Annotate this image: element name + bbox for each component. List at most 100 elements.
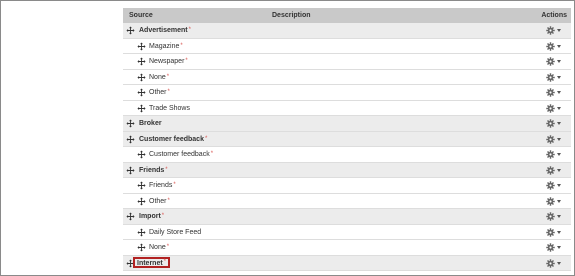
move-arrows-icon[interactable]: [137, 57, 146, 66]
move-arrows-icon[interactable]: [126, 119, 135, 128]
move-arrows-icon[interactable]: [137, 88, 146, 97]
gear-icon: [546, 196, 555, 206]
source-label[interactable]: Daily Store Feed: [149, 229, 201, 236]
row-actions-button[interactable]: [546, 103, 563, 113]
source-group-row: Import*: [123, 209, 571, 225]
row-actions-button[interactable]: [546, 57, 563, 66]
source-group-row: Friends*: [123, 162, 571, 178]
required-marker: *: [166, 73, 170, 80]
required-marker: *: [161, 213, 165, 219]
source-label-text: None: [149, 73, 166, 81]
source-label-text: Daily Store Feed: [149, 228, 202, 236]
source-label[interactable]: Newspaper*: [149, 58, 188, 65]
source-label-text: Newspaper: [149, 58, 185, 65]
row-actions-button[interactable]: [546, 258, 563, 268]
row-actions-button[interactable]: [546, 88, 563, 97]
gear-icon: [546, 134, 555, 144]
chevron-down-icon: [557, 215, 561, 218]
move-arrows-icon[interactable]: [137, 150, 146, 159]
move-arrows-icon[interactable]: [137, 196, 146, 206]
source-item-row: None*: [123, 240, 571, 256]
source-label[interactable]: Internet*: [137, 258, 167, 267]
source-item-row: Magazine*: [123, 38, 571, 54]
source-label-text: Other: [149, 197, 167, 205]
row-actions-button[interactable]: [546, 165, 563, 175]
source-item-row: Trade Shows: [123, 100, 571, 116]
source-item-row: None*: [123, 69, 571, 85]
move-arrows-icon[interactable]: [137, 103, 146, 113]
gear-icon: [546, 165, 555, 175]
row-actions-button[interactable]: [546, 181, 563, 190]
source-label[interactable]: None*: [149, 244, 169, 251]
source-label[interactable]: Magazine*: [149, 43, 183, 50]
source-label-text: Trade Shows: [149, 104, 190, 112]
required-marker: *: [167, 197, 170, 204]
source-label[interactable]: Import*: [139, 213, 164, 220]
chevron-down-icon: [557, 75, 561, 79]
source-table: Source Description Actions Advertisement…: [123, 8, 571, 271]
gear-icon: [546, 103, 555, 113]
required-marker: *: [173, 182, 176, 188]
source-label[interactable]: None*: [149, 74, 169, 81]
move-arrows-icon[interactable]: [137, 72, 146, 82]
gear-icon: [546, 88, 555, 97]
move-arrows-icon[interactable]: [137, 243, 146, 252]
row-actions-button[interactable]: [546, 227, 563, 237]
move-arrows-icon[interactable]: [126, 134, 135, 144]
row-actions-button[interactable]: [546, 243, 563, 252]
source-group-row: Advertisement*: [123, 23, 571, 39]
row-actions-button[interactable]: [546, 72, 563, 82]
move-arrows-icon[interactable]: [126, 212, 135, 221]
header-source[interactable]: Source: [129, 12, 153, 19]
gear-icon: [546, 258, 555, 268]
source-label-text: Internet: [137, 259, 163, 267]
move-arrows-icon[interactable]: [126, 26, 135, 35]
move-arrows-icon[interactable]: [126, 165, 135, 175]
chevron-down-icon: [557, 184, 561, 187]
required-marker: *: [185, 58, 188, 64]
row-actions-button[interactable]: [546, 119, 563, 128]
row-actions-button[interactable]: [546, 150, 563, 159]
source-label[interactable]: Customer feedback*: [139, 136, 207, 143]
gear-icon: [546, 181, 555, 190]
chevron-down-icon: [557, 44, 561, 48]
source-label-text: Friends: [139, 166, 165, 174]
source-label[interactable]: Friends*: [149, 182, 176, 189]
chevron-down-icon: [557, 122, 561, 125]
row-actions-button[interactable]: [546, 41, 563, 51]
move-arrows-icon[interactable]: [137, 41, 146, 51]
header-description[interactable]: Description: [272, 12, 311, 19]
source-label[interactable]: Trade Shows: [149, 105, 190, 112]
move-arrows-icon[interactable]: [137, 227, 146, 237]
gear-icon: [546, 227, 555, 237]
chevron-down-icon: [557, 60, 561, 63]
required-marker: *: [188, 27, 191, 33]
row-actions-button[interactable]: [546, 26, 563, 35]
source-label[interactable]: Other*: [149, 198, 170, 205]
move-arrows-icon[interactable]: [137, 181, 146, 190]
gear-icon: [546, 150, 555, 159]
source-label[interactable]: Advertisement*: [139, 27, 191, 34]
chevron-down-icon: [557, 29, 561, 32]
source-label[interactable]: Customer feedback*: [149, 151, 213, 158]
chevron-down-icon: [557, 168, 561, 172]
chevron-down-icon: [557, 153, 561, 156]
row-actions-button[interactable]: [546, 134, 563, 144]
source-item-row: Friends*: [123, 178, 571, 194]
required-marker: *: [167, 89, 170, 95]
gear-icon: [546, 41, 555, 51]
source-item-row: Customer feedback*: [123, 147, 571, 163]
source-label[interactable]: Broker: [139, 120, 162, 127]
required-marker: *: [165, 166, 168, 173]
source-label-text: Magazine: [149, 42, 180, 50]
required-marker: *: [163, 258, 167, 265]
chevron-down-icon: [557, 261, 561, 265]
gear-icon: [546, 119, 555, 128]
source-label[interactable]: Friends*: [139, 167, 168, 174]
source-label[interactable]: Other*: [149, 89, 170, 96]
chevron-down-icon: [557, 246, 561, 249]
source-group-row: Broker: [123, 116, 571, 132]
row-actions-button[interactable]: [546, 212, 563, 221]
source-label-text: Broker: [139, 120, 162, 127]
row-actions-button[interactable]: [546, 196, 563, 206]
